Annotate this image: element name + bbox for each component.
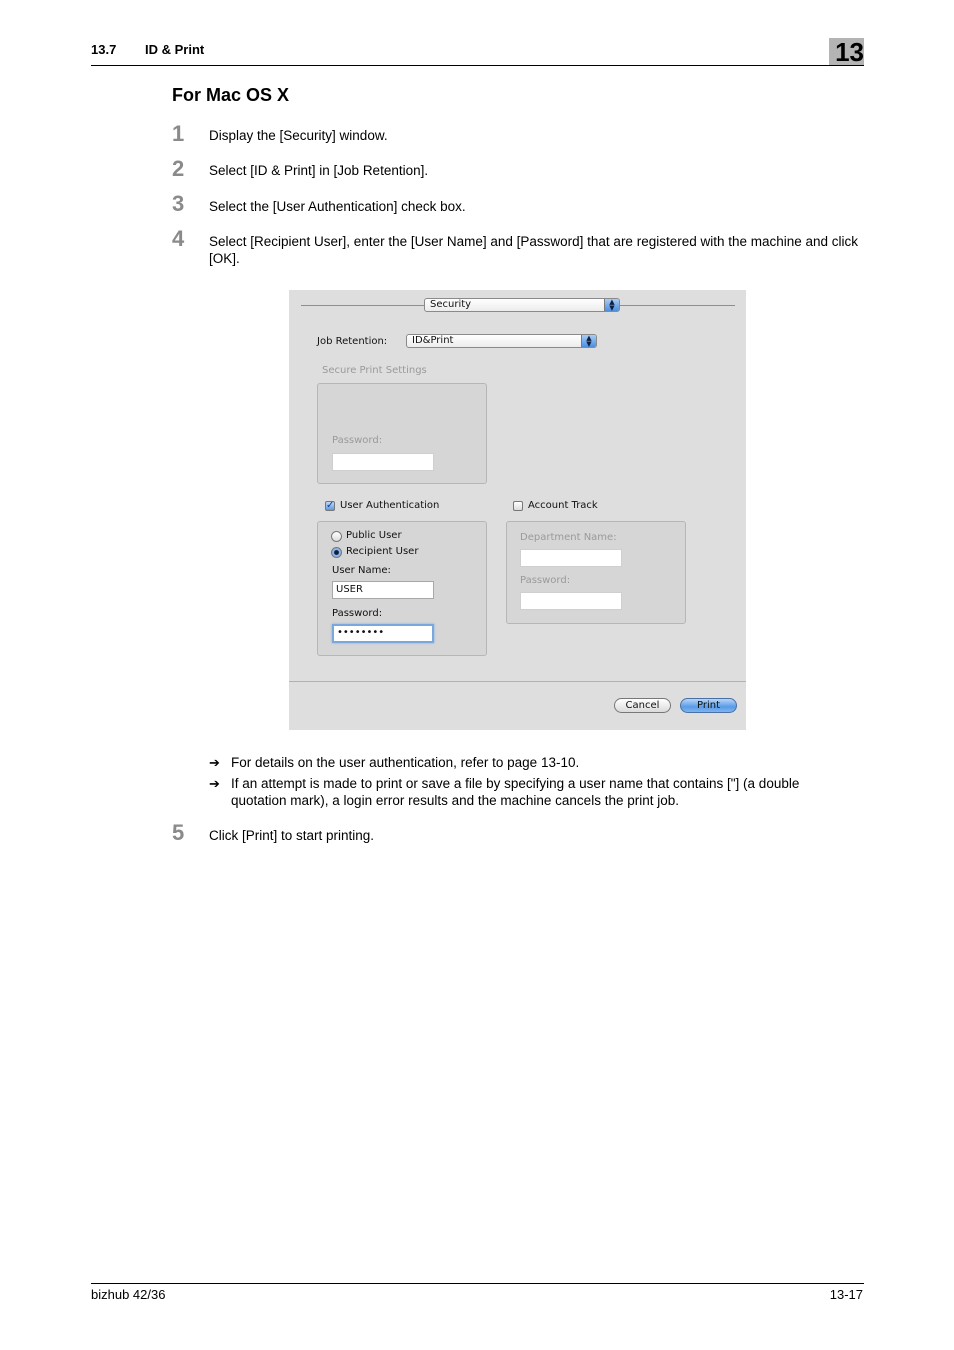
checkmark-icon: ✓ — [326, 500, 335, 511]
user-authentication-checkbox[interactable]: ✓ — [325, 501, 335, 511]
header-rule-right — [620, 305, 735, 306]
public-user-radio[interactable] — [331, 531, 342, 542]
popup-stepper-icon: ▲ ▼ — [604, 299, 619, 312]
public-user-label: Public User — [346, 530, 402, 541]
header-section-number: 13.7 — [91, 42, 117, 57]
recipient-user-radio[interactable] — [331, 547, 342, 558]
step-number: 3 — [172, 191, 185, 216]
user-password-field[interactable]: •••••••• — [332, 624, 434, 643]
step-text: Select [Recipient User], enter the [User… — [209, 234, 859, 266]
recipient-user-label: Recipient User — [346, 546, 419, 557]
header-divider — [91, 65, 864, 66]
account-track-checkbox[interactable] — [513, 501, 523, 511]
cancel-button[interactable]: Cancel — [614, 698, 671, 713]
secure-print-group-label: Secure Print Settings — [322, 365, 427, 376]
step-text: Select the [User Authentication] check b… — [209, 199, 466, 214]
print-button[interactable]: Print — [680, 698, 737, 713]
job-retention-label: Job Retention: — [317, 336, 388, 347]
job-retention-value: ID&Print — [412, 335, 454, 346]
panel-popup-value: Security — [430, 299, 472, 310]
footer-model: bizhub 42/36 — [91, 1287, 166, 1302]
note-text: If an attempt is made to print or save a… — [231, 776, 800, 808]
footer-divider — [289, 681, 746, 682]
step-number: 2 — [172, 156, 185, 181]
step-number: 1 — [172, 121, 185, 146]
secure-print-password-label: Password: — [332, 435, 383, 446]
user-name-label: User Name: — [332, 565, 391, 576]
footer-divider — [91, 1283, 864, 1284]
note-text: For details on the user authentication, … — [231, 755, 580, 770]
department-name-field[interactable] — [520, 549, 622, 567]
section-heading: For Mac OS X — [172, 85, 290, 105]
account-password-field[interactable] — [520, 592, 622, 610]
step-text: Display the [Security] window. — [209, 128, 388, 143]
step-number: 4 — [172, 226, 185, 251]
arrow-icon: ➔ — [209, 755, 220, 770]
security-dialog: Security ▲ ▼ Job Retention: ID&Print ▲ ▼ S… — [289, 290, 746, 730]
step-number: 5 — [172, 820, 185, 845]
step-text: Select [ID & Print] in [Job Retention]. — [209, 163, 429, 178]
step-text: Click [Print] to start printing. — [209, 828, 375, 843]
department-name-label: Department Name: — [520, 532, 617, 543]
account-password-label: Password: — [520, 575, 571, 586]
header-section-title: ID & Print — [145, 42, 205, 57]
arrow-icon: ➔ — [209, 776, 220, 791]
header-rule-left — [301, 305, 425, 306]
chapter-number: 13 — [835, 37, 864, 67]
popup-stepper-icon: ▲ ▼ — [581, 335, 596, 348]
account-track-label: Account Track — [528, 500, 598, 511]
secure-print-password-field[interactable] — [332, 453, 434, 471]
job-retention-popup[interactable]: ID&Print ▲ ▼ — [406, 334, 597, 348]
user-authentication-label: User Authentication — [340, 500, 440, 511]
user-password-label: Password: — [332, 608, 383, 619]
user-name-field[interactable]: USER — [332, 581, 434, 599]
footer-page-number: 13-17 — [829, 1287, 863, 1302]
panel-popup[interactable]: Security ▲ ▼ — [424, 298, 620, 312]
